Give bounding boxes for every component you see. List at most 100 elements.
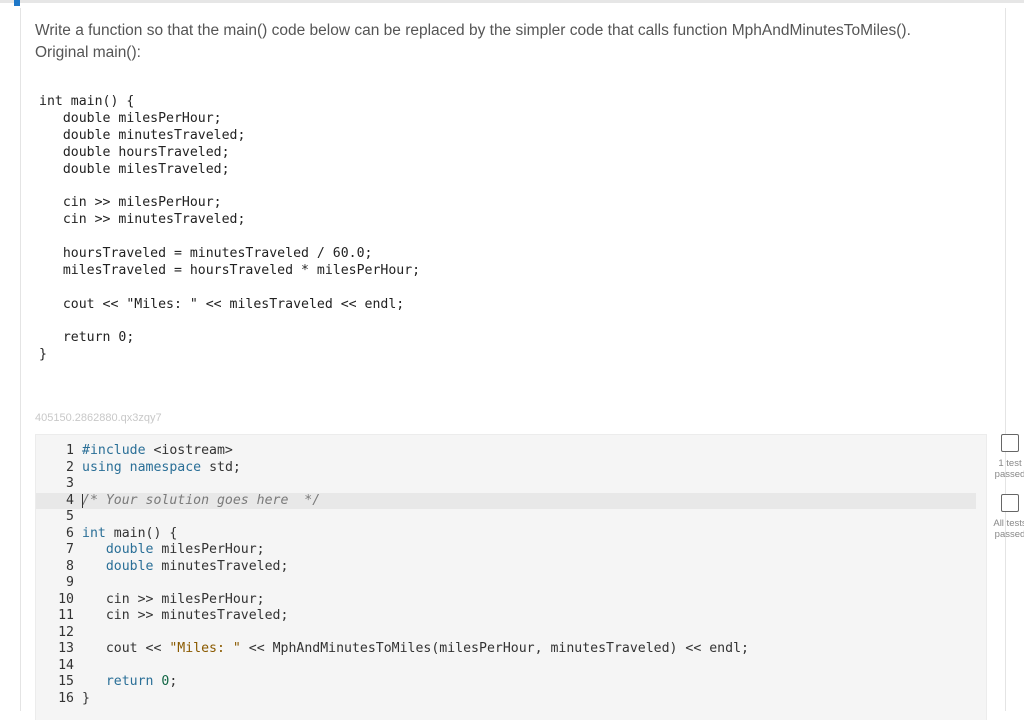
original-code-line	[39, 229, 420, 246]
one-test-label: 1 test	[998, 458, 1022, 469]
code-token: }	[82, 690, 90, 706]
line-number: 16	[58, 690, 74, 706]
editor-line[interactable]: 2 using namespace std;	[36, 460, 976, 477]
line-number: 10	[58, 591, 74, 607]
editor-line[interactable]: 7 double milesPerHour;	[36, 542, 976, 559]
line-code[interactable]: cin >> milesPerHour;	[82, 592, 265, 609]
original-code-line	[39, 280, 420, 297]
code-token: std;	[201, 459, 241, 475]
line-code[interactable]: using namespace std;	[82, 460, 241, 477]
original-code-line: }	[39, 347, 47, 363]
code-token: main() {	[105, 525, 178, 541]
editor-line[interactable]: 9	[36, 575, 976, 592]
test-status-panel: 1 test passed All tests passed	[987, 434, 1024, 540]
line-number: 9	[66, 575, 74, 590]
line-number: 8	[66, 558, 74, 574]
original-code-line: return 0;	[39, 330, 135, 346]
line-number: 14	[58, 657, 74, 673]
line-code[interactable]: #include <iostream>	[82, 443, 233, 460]
code-token: <iostream>	[145, 443, 233, 458]
original-code-line: double hoursTraveled;	[39, 144, 230, 160]
original-code-line: milesTraveled = hoursTraveled * milesPer…	[39, 262, 421, 278]
editor-line[interactable]: 1 #include <iostream>	[36, 443, 976, 460]
line-code[interactable]: return 0;	[82, 674, 178, 691]
code-token: namespace	[129, 459, 202, 475]
original-code-line: hoursTraveled = minutesTraveled / 60.0;	[39, 246, 373, 262]
editor-line[interactable]: 14	[36, 658, 976, 675]
line-code[interactable]: int main() {	[82, 526, 177, 543]
line-number: 3	[66, 476, 74, 491]
editor-line[interactable]: 11 cin >> minutesTraveled;	[36, 608, 976, 625]
editor-line[interactable]: 3	[36, 476, 976, 493]
code-token: cin >> minutesTraveled;	[82, 608, 289, 623]
top-divider	[0, 0, 1024, 3]
code-token: int	[82, 525, 106, 541]
code-editor[interactable]: 1 #include <iostream> 2 using namespace std…	[35, 434, 987, 720]
original-code-line: cout << "Miles: " << milesTraveled << en…	[39, 296, 405, 312]
line-number: 12	[58, 624, 74, 640]
all-tests-label-2: passed	[994, 529, 1024, 540]
one-test-label-2: passed	[994, 469, 1024, 480]
code-token: minutesTraveled;	[153, 558, 289, 574]
code-token: "Miles: "	[169, 641, 241, 656]
line-code[interactable]: /* Your solution goes here */	[82, 493, 320, 510]
problem-text: Write a function so that the main() code…	[35, 22, 911, 39]
line-number: 15	[58, 674, 74, 689]
code-token: milesPerHour;	[153, 542, 265, 557]
line-code[interactable]: cout << "Miles: " << MphAndMinutesToMile…	[82, 641, 749, 658]
original-code-line: cin >> minutesTraveled;	[39, 212, 246, 228]
line-code[interactable]: cin >> minutesTraveled;	[82, 608, 289, 625]
test-status-one: 1 test passed	[987, 434, 1024, 480]
editor-line[interactable]: 6 int main() {	[36, 526, 976, 543]
original-code-line: double milesTraveled;	[39, 161, 230, 177]
code-token: ;	[169, 674, 178, 689]
line-number: 1	[66, 443, 74, 458]
line-number: 5	[66, 509, 74, 524]
line-number: 13	[58, 641, 74, 656]
line-number: 7	[66, 542, 74, 557]
original-code-line	[39, 314, 420, 331]
original-main-label: Original main():	[35, 44, 141, 61]
editor-line[interactable]: 12	[36, 625, 976, 642]
all-tests-label: All tests	[993, 518, 1024, 529]
original-code-line: double minutesTraveled;	[39, 127, 246, 143]
code-token: /* Your solution goes here */	[82, 492, 321, 508]
original-code-line: double milesPerHour;	[39, 110, 222, 126]
line-number: 6	[66, 525, 74, 541]
code-token: cout <<	[82, 641, 170, 656]
line-number: 2	[66, 459, 74, 475]
original-code-line: int main() {	[39, 94, 135, 109]
editor-line[interactable]: 4 /* Your solution goes here */	[36, 492, 976, 510]
test-status-all: All tests passed	[987, 494, 1024, 540]
editor-line[interactable]: 15 return 0;	[36, 674, 976, 691]
original-code-block: int main() { double milesPerHour; double…	[39, 94, 420, 364]
line-code[interactable]: }	[82, 691, 90, 708]
code-token: #include	[82, 443, 146, 458]
one-test-checkbox-icon	[1001, 434, 1019, 452]
line-code[interactable]: double milesPerHour;	[82, 542, 265, 559]
challenge-card: Write a function so that the main() code…	[20, 8, 1024, 720]
line-number: 4	[66, 492, 74, 508]
text-cursor	[82, 493, 83, 508]
code-token: << MphAndMinutesToMiles(milesPerHour, mi…	[240, 641, 749, 656]
editor-line[interactable]: 5	[36, 509, 976, 526]
line-number: 11	[58, 608, 74, 623]
code-token: double	[105, 542, 154, 557]
editor-line[interactable]: 16}	[36, 691, 976, 708]
editor-line[interactable]: 8 double minutesTraveled;	[36, 559, 976, 576]
code-token: return	[105, 674, 154, 689]
line-code[interactable]: double minutesTraveled;	[82, 558, 289, 576]
code-token: using	[82, 459, 122, 475]
original-code-line	[39, 178, 420, 195]
problem-statement: Write a function so that the main() code…	[35, 20, 975, 64]
top-accent-mark	[14, 0, 20, 6]
editor-line[interactable]: 10 cin >> milesPerHour;	[36, 592, 976, 609]
code-token: double	[105, 558, 154, 574]
code-token: cin >> milesPerHour;	[82, 591, 265, 607]
editor-line[interactable]: 13 cout << "Miles: " << MphAndMinutesToM…	[36, 641, 976, 658]
problem-id: 405150.2862880.qx3zqy7	[35, 412, 162, 424]
